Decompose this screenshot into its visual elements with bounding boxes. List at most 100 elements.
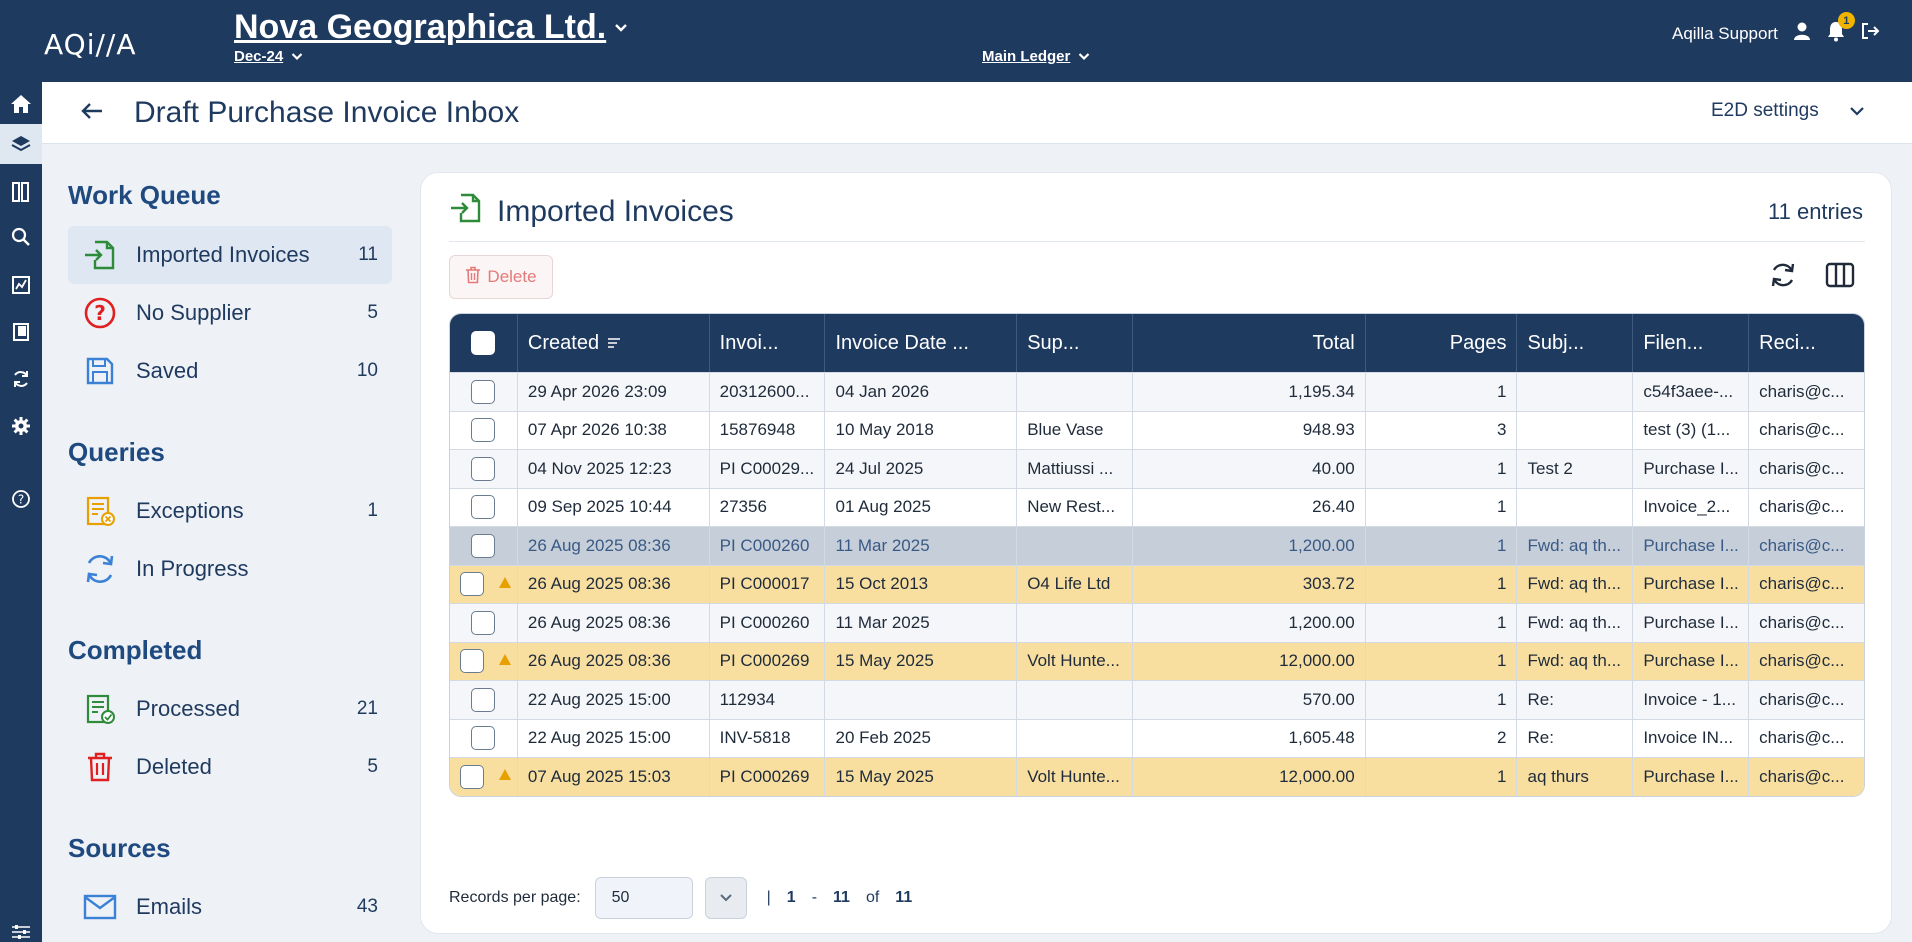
row-checkbox[interactable] [460, 649, 485, 674]
table-row[interactable]: 22 Aug 2025 15:00 INV-5818 20 Feb 2025 1,60… [450, 718, 1864, 757]
page-range-dash: - [811, 889, 818, 906]
column-header-subject[interactable]: Subj... [1517, 314, 1634, 372]
company-selector[interactable]: Nova Geographica Ltd. [234, 8, 628, 47]
book-icon[interactable] [0, 312, 42, 352]
ledger-selector[interactable]: Main Ledger [982, 48, 1090, 65]
table-row[interactable]: 07 Aug 2025 15:03 PI C000269 15 May 2025 Vo… [450, 757, 1864, 796]
table-cell: 1 [1366, 604, 1518, 642]
company-name: Nova Geographica Ltd. [234, 8, 607, 46]
queue-item-count: 1 [367, 500, 378, 521]
sort-icon[interactable] [607, 332, 621, 355]
queue-item-imported-invoices[interactable]: Imported Invoices 11 [68, 226, 392, 284]
queue-item-deleted[interactable]: Deleted 5 [68, 738, 392, 796]
row-checkbox[interactable] [471, 379, 496, 404]
records-per-page-input[interactable]: 50 [594, 877, 693, 919]
gear-icon[interactable] [0, 406, 42, 446]
row-checkbox[interactable] [471, 418, 496, 443]
columns-icon[interactable] [1825, 261, 1855, 294]
page-range-of: of [865, 889, 880, 906]
notifications-bell-icon[interactable]: 1 [1826, 12, 1855, 47]
table-cell: Purchase I... [1633, 527, 1750, 565]
column-header-created[interactable]: Created [518, 314, 710, 372]
row-checkbox[interactable] [471, 687, 496, 712]
table-cell: 22 Aug 2025 15:00 [518, 681, 710, 719]
work-queue-title: Work Queue [68, 180, 221, 210]
column-header-recipient[interactable]: Reci... [1749, 314, 1864, 372]
table-cell: 11 Mar 2025 [825, 527, 1018, 565]
row-checkbox[interactable] [460, 572, 485, 597]
column-header-invoice[interactable]: Invoi... [710, 314, 826, 372]
queue-item-label: Processed [136, 696, 240, 721]
layers-icon[interactable] [0, 124, 42, 164]
column-header-invoice-date[interactable]: Invoice Date ... [825, 314, 1018, 372]
table-row[interactable]: 26 Aug 2025 08:36 PI C000260 11 Mar 2025 1,… [450, 603, 1864, 642]
table-cell: charis@c... [1759, 381, 1845, 401]
table-cell: Mattiussi ... [1017, 450, 1134, 488]
table-row[interactable]: 26 Aug 2025 08:36 PI C000269 15 May 2025 Vo… [450, 641, 1864, 680]
queue-item-saved[interactable]: Saved 10 [68, 342, 392, 400]
user-name[interactable]: Aqilla Support [1672, 24, 1778, 44]
table-cell: 04 Jan 2026 [825, 373, 1018, 411]
records-per-page-dropdown-button[interactable] [704, 877, 747, 919]
table-cell: 07 Apr 2026 10:38 [518, 411, 710, 449]
logout-icon[interactable] [1860, 21, 1880, 46]
page-range-from: 1 [786, 889, 796, 906]
queue-item-exceptions[interactable]: Exceptions 1 [68, 482, 392, 540]
queue-item-emails[interactable]: Emails 43 [68, 878, 392, 936]
queue-item-processed[interactable]: Processed 21 [68, 680, 392, 738]
column-header-pages[interactable]: Pages [1366, 314, 1518, 372]
save-icon [80, 351, 120, 391]
row-checkbox[interactable] [471, 726, 496, 751]
table-cell: PI C000269 [710, 642, 826, 680]
row-checkbox[interactable] [471, 533, 496, 558]
row-checkbox[interactable] [460, 764, 485, 789]
refresh-icon[interactable] [1769, 261, 1797, 294]
table-row[interactable]: 04 Nov 2025 12:23 PI C00029... 24 Jul 2025… [450, 449, 1864, 488]
table-row[interactable]: 07 Apr 2026 10:38 15876948 10 May 2018 Blue… [450, 410, 1864, 449]
row-select-cell [450, 604, 518, 642]
e2d-settings-dropdown[interactable]: E2D settings [1711, 100, 1865, 122]
row-checkbox[interactable] [471, 495, 496, 520]
search-icon[interactable] [0, 217, 42, 257]
table-cell: 09 Sep 2025 10:44 [518, 488, 710, 526]
select-all-cell [450, 314, 518, 372]
table-row[interactable]: 29 Apr 2026 23:09 20312600... 04 Jan 2026 1… [450, 372, 1864, 411]
page-separator: | [766, 889, 771, 906]
card-title: Imported Invoices [449, 191, 734, 233]
queue-item-no-supplier[interactable]: ? No Supplier 5 [68, 284, 392, 342]
sync-icon[interactable] [0, 359, 42, 399]
table-cell: 1 [1366, 450, 1518, 488]
table-row[interactable]: 22 Aug 2025 15:00 112934 570.00 1 Re: Invoice… [450, 680, 1864, 719]
chart-icon[interactable] [0, 265, 42, 305]
table-row[interactable]: 26 Aug 2025 08:36 PI C000260 11 Mar 2025 1,… [450, 526, 1864, 565]
table-row[interactable]: 09 Sep 2025 10:44 27356 01 Aug 2025 New Res… [450, 487, 1864, 526]
app-logo[interactable]: AQi//A [44, 28, 137, 61]
queue-item-label: Saved [136, 358, 199, 383]
filters-icon[interactable] [0, 912, 42, 942]
home-icon[interactable] [0, 84, 42, 124]
table-cell: Purchase I... [1633, 565, 1750, 603]
table-cell: PI C000260 [710, 527, 826, 565]
queue-item-in-progress[interactable]: In Progress [68, 540, 392, 598]
select-all-checkbox[interactable] [471, 331, 496, 355]
table-cell: 40.00 [1133, 450, 1366, 488]
period-selector[interactable]: Dec-24 [234, 48, 303, 65]
column-header-supplier[interactable]: Sup... [1017, 314, 1134, 372]
row-checkbox[interactable] [471, 456, 496, 481]
queue-item-count: 11 [358, 244, 378, 265]
row-select-cell [450, 527, 518, 565]
row-checkbox[interactable] [471, 610, 496, 635]
help-icon[interactable]: ? [0, 479, 42, 519]
table-cell: 12,000.00 [1133, 758, 1366, 796]
delete-button[interactable]: Delete [449, 255, 553, 299]
user-icon[interactable] [1792, 21, 1812, 46]
table-row[interactable]: 26 Aug 2025 08:36 PI C000017 15 Oct 2013 O4… [450, 564, 1864, 603]
columns-book-icon[interactable] [0, 172, 42, 212]
pagination: Records per page: 50 | 1 - 11 of 11 [449, 877, 912, 919]
column-header-filename[interactable]: Filen... [1633, 314, 1750, 372]
back-arrow-icon[interactable] [80, 100, 104, 128]
chevron-down-icon [291, 48, 303, 65]
delete-button-label: Delete [487, 267, 537, 286]
table-cell: Fwd: aq th... [1517, 642, 1634, 680]
column-header-total[interactable]: Total [1133, 314, 1366, 372]
